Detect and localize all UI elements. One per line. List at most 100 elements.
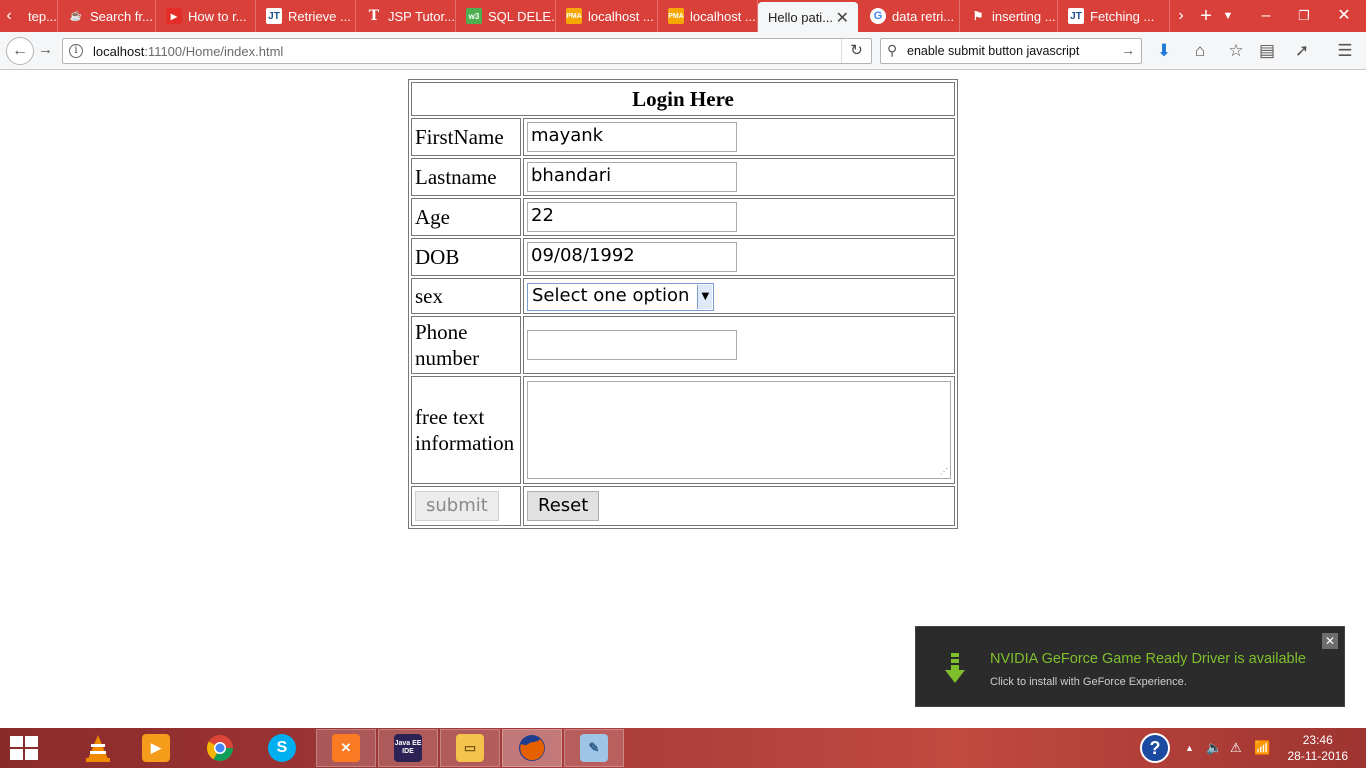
dob-input[interactable]: 09/08/1992	[527, 242, 737, 272]
close-tab-icon[interactable]: ✕	[836, 8, 849, 28]
notepad-icon[interactable]: ✎	[564, 729, 624, 767]
sex-select[interactable]: Select one option ▼	[527, 282, 715, 311]
tab-title: Retrieve ...	[288, 8, 351, 24]
network-warning-icon[interactable]: ⚠	[1230, 728, 1242, 768]
tab-title: Hello pati...	[768, 9, 834, 25]
tab-title: Fetching ...	[1090, 8, 1155, 24]
windows-start-icon[interactable]	[10, 736, 38, 760]
google-icon: G	[870, 8, 886, 24]
tutorial-icon: T	[368, 8, 380, 24]
menu-hamburger-icon[interactable]: ☰	[1334, 41, 1356, 61]
phone-label-line2: number	[415, 346, 480, 370]
youtube-icon: ▶	[166, 8, 182, 24]
tab-strip: ‹ tep... ☕ Search fr... ▶ How to r... JT…	[0, 0, 1366, 32]
minimize-window-icon[interactable]: –	[1246, 0, 1286, 32]
system-clock[interactable]: 23:46 28-11-2016	[1288, 732, 1349, 764]
firefox-icon[interactable]	[502, 729, 562, 767]
back-arrow-icon[interactable]: ←	[6, 37, 34, 65]
new-tab-icon[interactable]: +	[1196, 0, 1216, 32]
search-input[interactable]: enable submit button javascript	[907, 44, 1079, 58]
dob-label: DOB	[411, 238, 521, 276]
tab-scroll-left-icon[interactable]: ‹	[0, 0, 18, 32]
tab-6[interactable]: PMA localhost ...	[556, 0, 658, 32]
resize-grip-icon[interactable]: ⋰	[940, 467, 948, 476]
java-icon: ☕	[69, 10, 83, 22]
url-bar[interactable]: i localhost:11100/Home/index.html ↻	[62, 38, 872, 64]
tab-11[interactable]: JT Fetching ...	[1058, 0, 1170, 32]
search-go-icon[interactable]: →	[1121, 42, 1135, 58]
lastname-label: Lastname	[411, 158, 521, 196]
media-player-icon[interactable]: ▶	[126, 729, 186, 767]
url-host: localhost	[93, 44, 145, 59]
downloads-icon[interactable]: ⬇	[1153, 41, 1175, 61]
tab-title: JSP Tutor...	[388, 8, 455, 24]
tab-title: localhost ...	[588, 8, 654, 24]
tab-title: data retri...	[892, 8, 955, 24]
share-icon[interactable]: ➚	[1291, 41, 1313, 61]
tab-title: SQL DELE...	[488, 8, 556, 24]
restore-window-icon[interactable]: ❐	[1286, 0, 1322, 32]
search-icon: ⚲	[887, 42, 898, 58]
bookmarks-library-icon[interactable]: ▤	[1256, 41, 1278, 61]
lastname-input[interactable]: bhandari	[527, 162, 737, 192]
url-text[interactable]: localhost:11100/Home/index.html	[93, 44, 283, 59]
search-bar[interactable]: ⚲ enable submit button javascript →	[880, 38, 1142, 64]
tab-title: tep...	[28, 8, 57, 24]
phpmyadmin-icon: PMA	[668, 8, 684, 24]
tab-scroll-right-icon[interactable]: ›	[1172, 0, 1190, 32]
w3schools-icon: w3	[466, 8, 482, 24]
site-info-icon[interactable]: i	[69, 44, 83, 58]
close-icon[interactable]: ✕	[1322, 633, 1338, 649]
firstname-input[interactable]: mayank	[527, 122, 737, 152]
javatpoint-icon: JT	[1068, 8, 1084, 24]
list-tabs-icon[interactable]: ▼	[1218, 0, 1238, 32]
freetext-label: free text information	[411, 376, 521, 484]
vlc-icon[interactable]	[68, 729, 128, 767]
freetext-label-line2: information	[415, 431, 515, 455]
phone-label-line1: Phone	[415, 320, 468, 344]
java-ee-ide-icon[interactable]: Java EE IDE	[378, 729, 438, 767]
help-icon[interactable]: ?	[1140, 728, 1172, 768]
tab-title: localhost ...	[690, 8, 756, 24]
chevron-down-icon: ▼	[697, 284, 713, 309]
bookmark-star-icon[interactable]: ☆	[1225, 41, 1247, 61]
geforce-download-icon	[945, 653, 965, 683]
age-input[interactable]: 22	[527, 202, 737, 232]
close-window-icon[interactable]: ✕	[1322, 0, 1366, 32]
age-label: Age	[411, 198, 521, 236]
stackoverflow-icon: ⚑	[972, 9, 984, 23]
tab-9[interactable]: G data retri...	[860, 0, 960, 32]
forward-arrow-icon[interactable]: →	[38, 41, 53, 58]
tab-1[interactable]: ☕ Search fr...	[58, 0, 156, 32]
notification-subtitle: Click to install with GeForce Experience…	[990, 676, 1187, 688]
tab-10[interactable]: ⚑ inserting ...	[960, 0, 1058, 32]
file-explorer-icon[interactable]: ▭	[440, 729, 500, 767]
phone-input[interactable]	[527, 330, 737, 360]
show-hidden-icons-icon[interactable]: ▲	[1185, 728, 1194, 768]
xampp-icon[interactable]: ✕	[316, 729, 376, 767]
tab-0[interactable]: tep...	[18, 0, 58, 32]
tab-7[interactable]: PMA localhost ...	[658, 0, 758, 32]
tab-3[interactable]: JT Retrieve ...	[256, 0, 356, 32]
tab-title: inserting ...	[992, 8, 1056, 24]
reload-icon[interactable]: ↻	[841, 39, 871, 63]
tab-4[interactable]: T JSP Tutor...	[356, 0, 456, 32]
tab-2[interactable]: ▶ How to r...	[156, 0, 256, 32]
reset-button[interactable]: Reset	[527, 491, 600, 521]
tab-title: How to r...	[188, 8, 247, 24]
freetext-label-line1: free text	[415, 405, 485, 429]
home-icon[interactable]: ⌂	[1189, 41, 1211, 61]
signal-icon[interactable]: 📶	[1254, 728, 1270, 768]
sex-label: sex	[411, 278, 521, 314]
nvidia-notification[interactable]: NVIDIA GeForce Game Ready Driver is avai…	[915, 626, 1345, 707]
skype-icon[interactable]: S	[252, 729, 312, 767]
url-path: :11100/Home/index.html	[144, 44, 284, 59]
tab-5[interactable]: w3 SQL DELE...	[456, 0, 556, 32]
tab-8-active[interactable]: Hello pati... ✕	[758, 2, 858, 32]
volume-icon[interactable]: 🔈	[1206, 728, 1222, 768]
chrome-icon[interactable]	[190, 729, 250, 767]
freetext-textarea[interactable]: ⋰	[527, 381, 951, 479]
submit-button[interactable]: submit	[415, 491, 499, 521]
login-form-table: Login Here FirstName mayank Lastname bha…	[408, 79, 958, 529]
tab-title: Search fr...	[90, 8, 153, 24]
